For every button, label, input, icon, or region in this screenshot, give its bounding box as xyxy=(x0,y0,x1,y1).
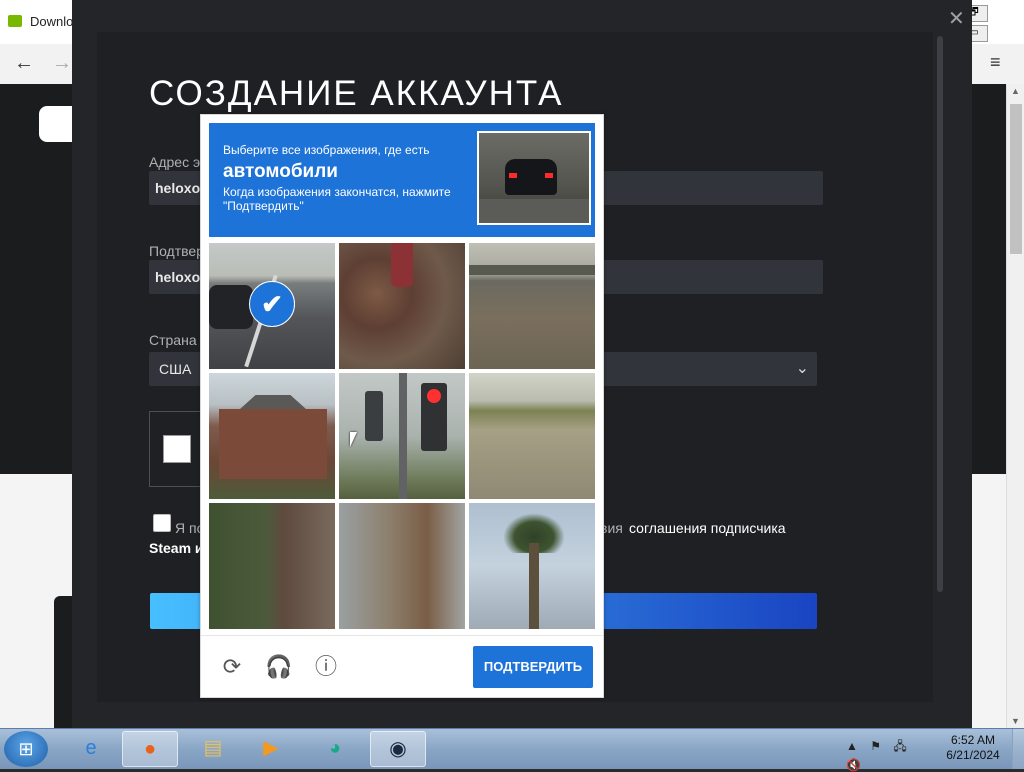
overpass xyxy=(469,265,595,275)
internet-explorer-icon[interactable]: e xyxy=(64,731,118,765)
car-in-tile xyxy=(209,285,253,329)
email-label: Адрес э xyxy=(149,154,201,170)
clock-date: 6/21/2024 xyxy=(946,748,1000,762)
scroll-down-icon[interactable]: ▼ xyxy=(1011,716,1020,726)
close-icon[interactable]: ✕ xyxy=(948,6,965,31)
challenge-keyword: автомобили xyxy=(223,161,338,182)
verify-button[interactable]: ПОДТВЕРДИТЬ xyxy=(473,646,593,688)
media-player-icon[interactable]: ▶ xyxy=(244,731,298,765)
chevron-down-icon: ⌄ xyxy=(795,360,809,377)
challenge-prompt: Выберите все изображения, где есть xyxy=(223,143,430,157)
browser-tab[interactable]: Downlo xyxy=(0,0,81,44)
page-title: СОЗДАНИЕ АККАУНТА xyxy=(149,74,564,113)
file-explorer-icon[interactable]: ▤ xyxy=(186,731,240,765)
country-label: Страна xyxy=(149,332,197,348)
challenge-footer: ⟳ 🎧 ⓘ ПОДТВЕРДИТЬ xyxy=(201,635,603,698)
example-image xyxy=(477,131,591,225)
system-tray: ▲ ⚑ 🖧 🔇 xyxy=(846,737,941,772)
challenge-tile-5[interactable] xyxy=(339,373,465,499)
challenge-tile-3[interactable] xyxy=(469,243,595,369)
forward-arrow-icon[interactable]: → xyxy=(52,52,72,75)
house xyxy=(219,409,327,479)
info-icon[interactable]: ⓘ xyxy=(313,654,339,680)
challenge-tile-4[interactable] xyxy=(209,373,335,499)
traffic-pole xyxy=(399,373,407,499)
scroll-up-icon[interactable]: ▲ xyxy=(1011,86,1020,96)
challenge-tile-1[interactable]: ✔ xyxy=(209,243,335,369)
captcha-widget xyxy=(149,411,202,487)
headphones-icon[interactable]: 🎧 xyxy=(265,654,292,680)
show-desktop-button[interactable] xyxy=(1012,729,1024,769)
challenge-grid: ✔ xyxy=(209,243,595,629)
app-icon[interactable]: ◕ xyxy=(308,731,362,765)
traffic-light-side xyxy=(365,391,383,441)
challenge-instructions: Когда изображения закончатся, нажмите "П… xyxy=(223,185,451,213)
firefox-icon[interactable]: ● xyxy=(122,731,178,767)
dialog-scrollbar[interactable] xyxy=(937,36,943,592)
network-icon[interactable]: 🖧 xyxy=(893,737,906,758)
start-button[interactable]: ⊞ xyxy=(4,731,48,767)
agree-checkbox[interactable] xyxy=(153,514,171,532)
steam-text: Steam и xyxy=(149,540,204,556)
fire-hydrant xyxy=(391,243,413,287)
clock-time: 6:52 AM xyxy=(950,733,996,747)
red-light xyxy=(427,389,441,403)
back-arrow-icon[interactable]: ← xyxy=(14,52,34,75)
challenge-tile-8[interactable] xyxy=(339,503,465,629)
confirm-email-label: Подтвер xyxy=(149,243,204,259)
nvidia-logo-icon xyxy=(8,15,22,27)
challenge-tile-2[interactable] xyxy=(339,243,465,369)
selected-check-icon: ✔ xyxy=(249,281,295,327)
challenge-header: Выберите все изображения, где есть автом… xyxy=(209,123,595,237)
challenge-tile-6[interactable] xyxy=(469,373,595,499)
action-center-flag-icon[interactable]: ⚑ xyxy=(870,739,881,753)
challenge-tile-7[interactable] xyxy=(209,503,335,629)
refresh-icon[interactable]: ⟳ xyxy=(219,654,245,680)
taskbar: ⊞ e ● ▤ ▶ ◕ ◉ ▲ ⚑ 🖧 🔇 6:52 AM 6/21/2024 xyxy=(0,728,1024,772)
menu-icon[interactable]: ≡ xyxy=(990,52,1001,73)
tab-title: Downlo xyxy=(30,14,74,29)
mouse-cursor-icon xyxy=(350,432,357,447)
palm-trunk xyxy=(529,543,539,629)
tail-light-left xyxy=(509,173,517,178)
country-value: США xyxy=(159,361,192,377)
hcaptcha-challenge: Выберите все изображения, где есть автом… xyxy=(200,114,604,698)
subscriber-agreement-link[interactable]: соглашения подписчика xyxy=(629,520,786,536)
tail-light-right xyxy=(545,173,553,178)
traffic-light xyxy=(421,383,447,451)
tray-expand-icon[interactable]: ▲ xyxy=(846,739,858,753)
scrollbar-thumb[interactable] xyxy=(1010,104,1022,254)
page-scrollbar[interactable]: ▲ ▼ xyxy=(1006,84,1024,728)
clock[interactable]: 6:52 AM 6/21/2024 xyxy=(940,733,1006,763)
challenge-tile-9[interactable] xyxy=(469,503,595,629)
volume-muted-icon[interactable]: 🔇 xyxy=(846,758,861,772)
steam-icon[interactable]: ◉ xyxy=(370,731,426,767)
captcha-checkbox[interactable] xyxy=(163,435,191,463)
example-road xyxy=(479,199,589,223)
